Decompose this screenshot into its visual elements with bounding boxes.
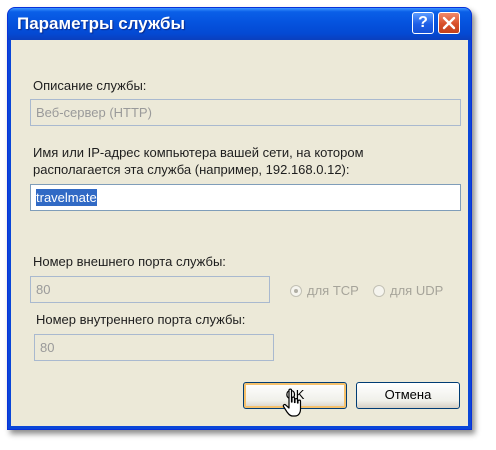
help-button[interactable]: ? xyxy=(412,12,434,34)
service-description-field: Веб-сервер (HTTP) xyxy=(30,99,461,126)
tcp-radio-circle xyxy=(290,284,302,297)
host-label-line1: Имя или IP-адрес компьютера вашей сети, … xyxy=(33,145,364,160)
tcp-radio-label: для TCP xyxy=(307,283,359,298)
udp-radio-label: для UDP xyxy=(390,283,444,298)
service-description-label: Описание службы: xyxy=(33,78,147,93)
dialog-client-area: Описание службы: Веб-сервер (HTTP) Имя и… xyxy=(11,40,468,426)
host-input[interactable]: travelmate xyxy=(30,184,461,211)
external-port-field: 80 xyxy=(30,276,270,303)
close-icon xyxy=(442,16,456,30)
cancel-button[interactable]: Отмена xyxy=(356,382,460,409)
window-title: Параметры службы xyxy=(17,14,186,33)
udp-radio-circle xyxy=(373,284,385,297)
dialog-window: Параметры службы ? Описание службы: Веб-… xyxy=(7,7,472,430)
close-button[interactable] xyxy=(438,12,460,34)
host-input-value: travelmate xyxy=(36,189,97,206)
udp-radio[interactable]: для UDP xyxy=(373,283,443,298)
internal-port-field: 80 xyxy=(34,334,274,361)
external-port-label: Номер внешнего порта службы: xyxy=(33,254,226,269)
host-label-line2: располагается эта служба (например, 192.… xyxy=(33,162,350,177)
hand-cursor-icon xyxy=(282,388,302,417)
internal-port-label: Номер внутреннего порта службы: xyxy=(36,312,246,327)
tcp-radio[interactable]: для TCP xyxy=(290,283,359,298)
title-bar[interactable]: Параметры службы ? xyxy=(8,8,471,40)
